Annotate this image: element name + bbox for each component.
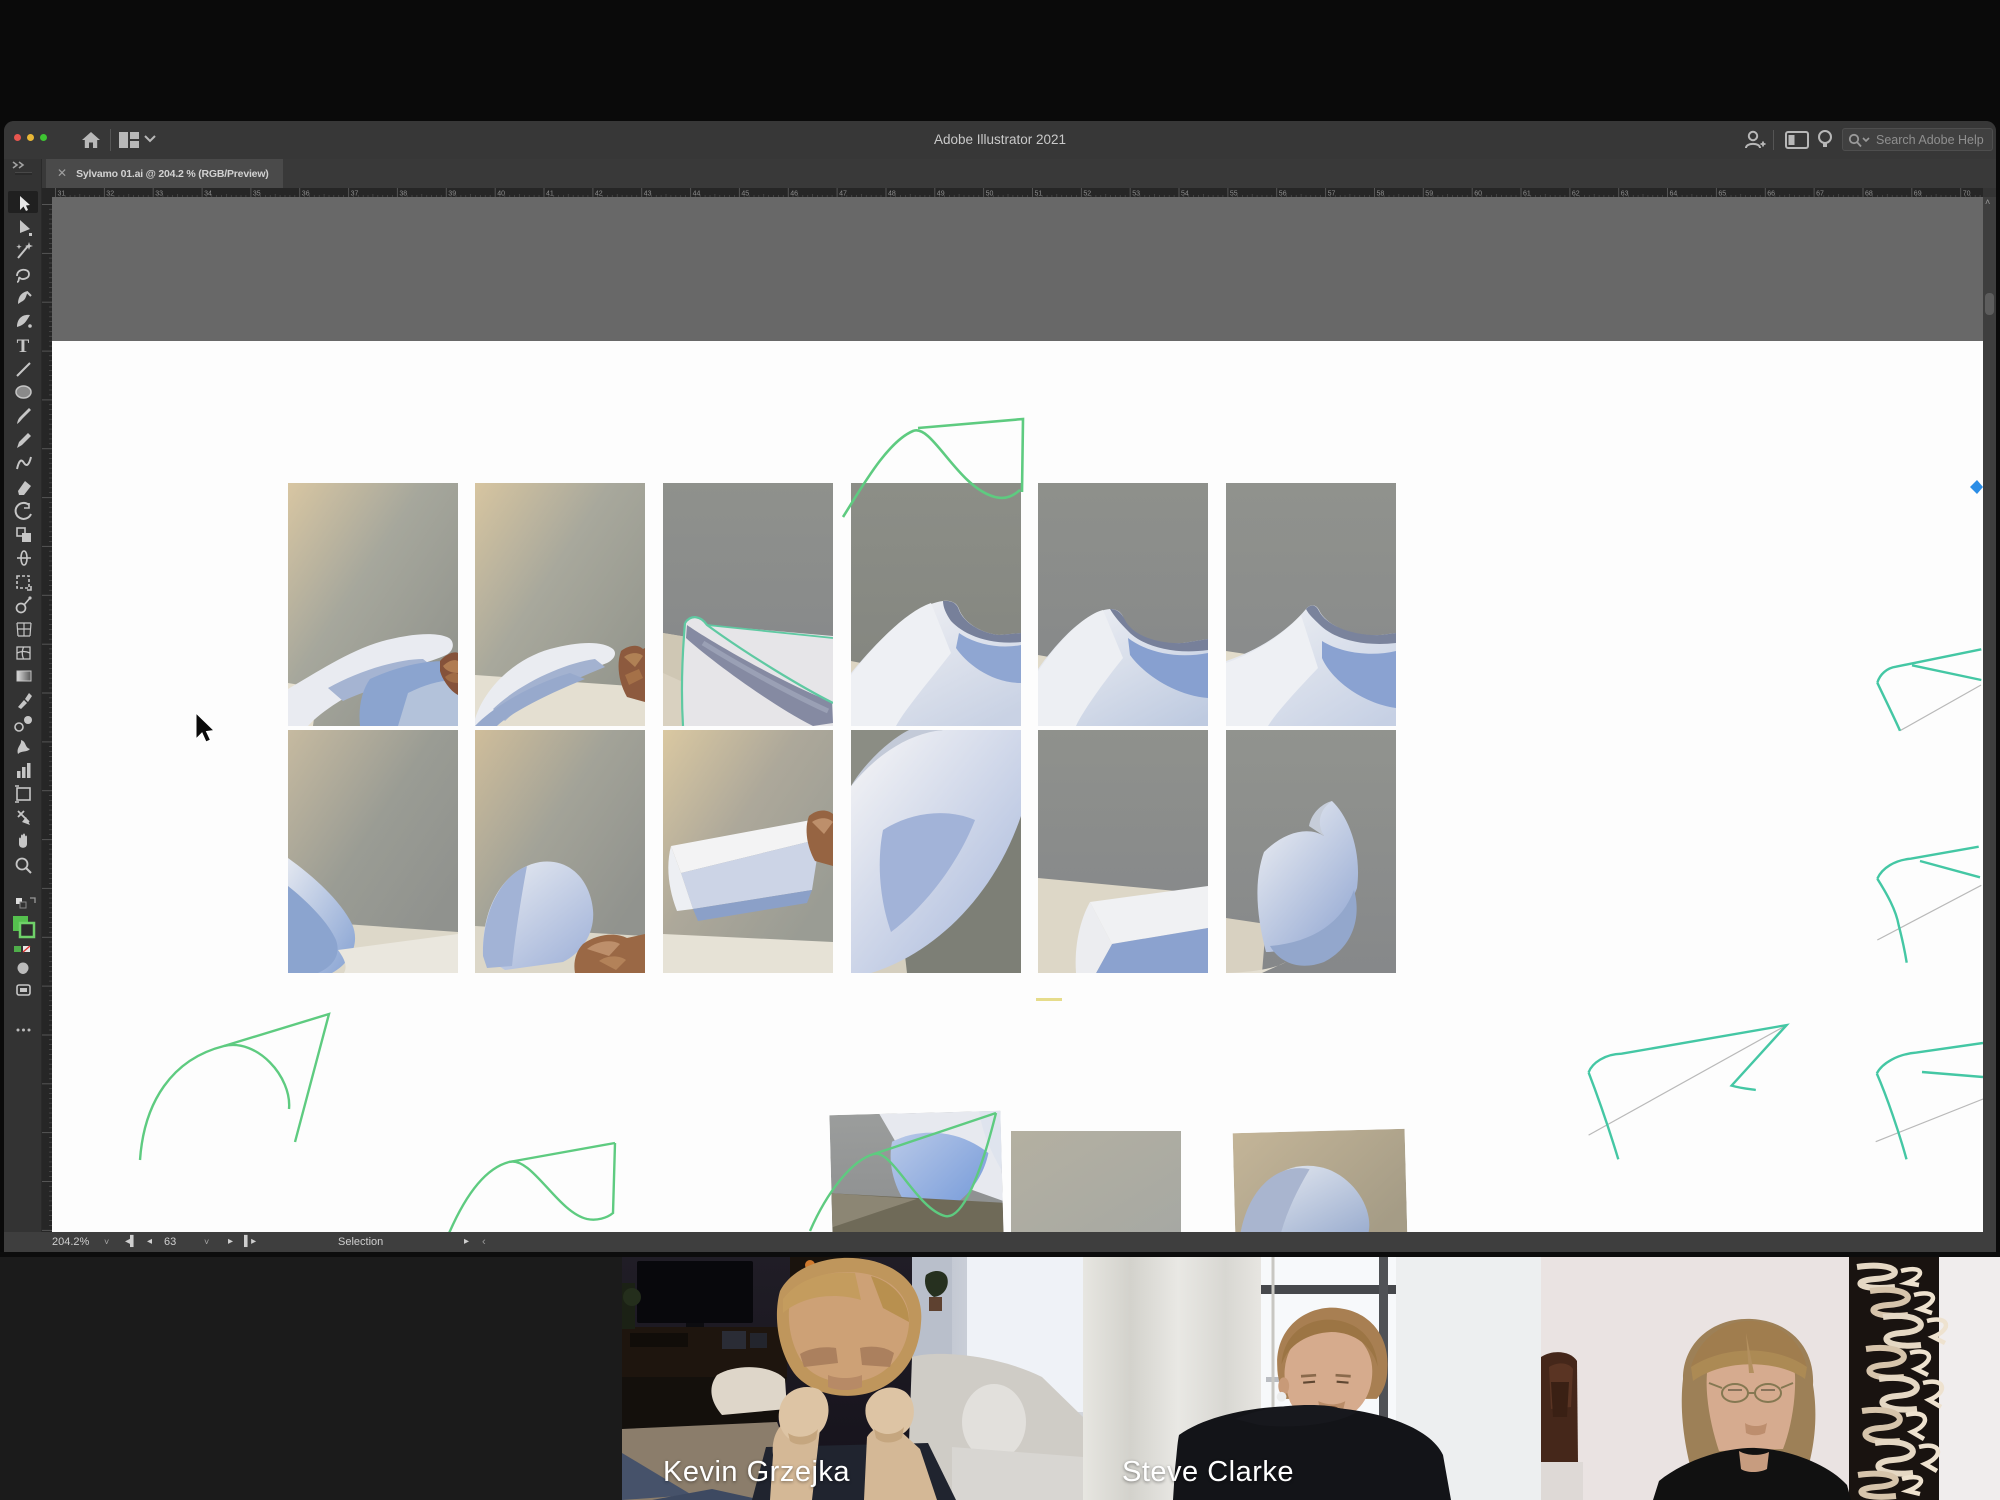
svg-text:T: T bbox=[17, 336, 30, 357]
